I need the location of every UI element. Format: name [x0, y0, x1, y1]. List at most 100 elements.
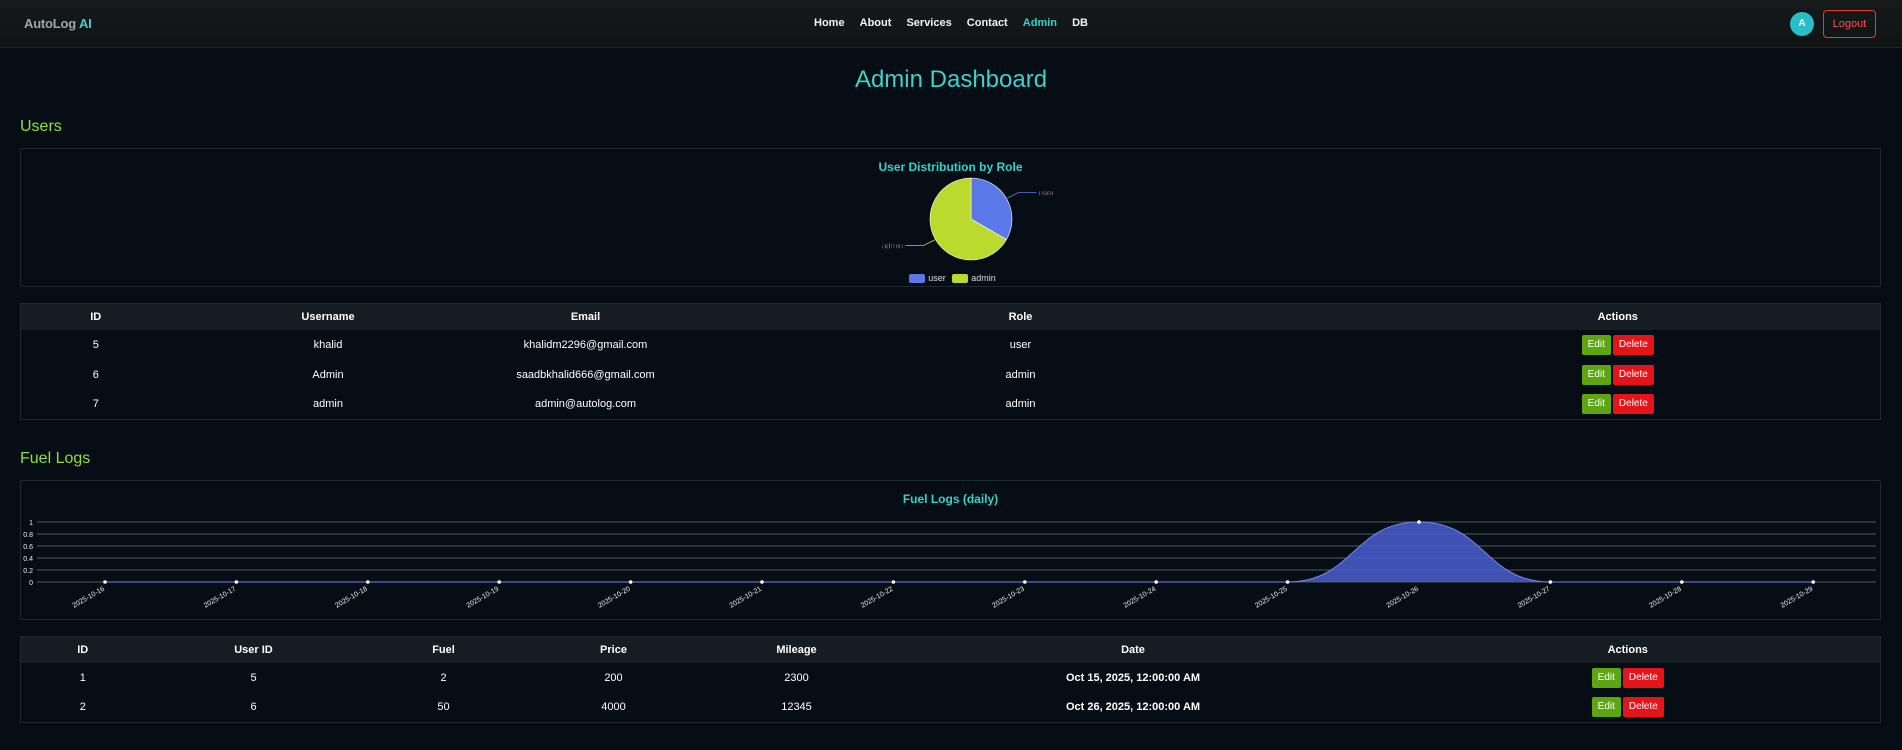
- cell-actions: Edit Delete: [1356, 390, 1881, 420]
- x-tick-label: 2025-10-29: [1780, 586, 1815, 610]
- delete-button[interactable]: Delete: [1612, 334, 1654, 355]
- col-header-id: ID: [20, 303, 171, 330]
- cell-actions: Edit Delete: [1376, 693, 1881, 723]
- cell-username: khalid: [313, 338, 343, 351]
- nav-item-admin[interactable]: Admin: [1023, 17, 1057, 29]
- cell-role: user: [1009, 338, 1032, 351]
- col-header-email: Email: [485, 303, 686, 330]
- user-role-pie-chart: user admin: [881, 177, 1055, 261]
- table-row: 6 Admin saadbkhalid666@gmail.com admin E…: [21, 360, 1881, 390]
- x-tick-label: 2025-10-25: [1254, 586, 1289, 610]
- logout-button[interactable]: Logout: [1823, 10, 1876, 38]
- data-point[interactable]: [1417, 520, 1421, 524]
- cell-email: khalidm2296@gmail.com: [523, 338, 648, 351]
- x-tick-label: 2025-10-22: [860, 586, 895, 610]
- delete-button[interactable]: Delete: [1612, 394, 1654, 415]
- cell-email: admin@autolog.com: [534, 398, 637, 411]
- cell-date: Oct 26, 2025, 12:00:00 AM: [1065, 701, 1201, 714]
- pie-leader-line: [1006, 192, 1037, 199]
- fuel-logs-chart-panel: Fuel Logs (daily) 0 0.2 0.4 0.6 0.8 1 2025-10-…: [20, 480, 1881, 620]
- data-point[interactable]: [1285, 580, 1290, 584]
- col-header-actions: Actions: [1375, 636, 1881, 663]
- x-tick-label: 2025-10-19: [466, 586, 501, 610]
- cell-price: 4000: [601, 701, 626, 714]
- data-point[interactable]: [1548, 580, 1553, 584]
- data-point[interactable]: [628, 580, 633, 584]
- x-tick-label: 2025-10-28: [1648, 586, 1683, 610]
- col-header-id: ID: [20, 636, 145, 663]
- cell-username: admin: [313, 398, 343, 411]
- legend-swatch-admin: [952, 274, 969, 284]
- edit-button[interactable]: Edit: [1591, 667, 1621, 688]
- nav-item-contact[interactable]: Contact: [967, 17, 1008, 29]
- fuel-logs-section-title: Fuel Logs: [20, 450, 91, 467]
- nav-links: Home About Services Contact Admin DB: [0, 17, 1902, 29]
- cell-price: 200: [604, 671, 623, 684]
- y-tick-label: 0.6: [23, 544, 33, 551]
- col-header-username: Username: [170, 303, 486, 330]
- cell-user-id: 6: [250, 701, 257, 714]
- cell-id: 7: [92, 398, 99, 411]
- delete-button[interactable]: Delete: [1622, 697, 1664, 718]
- data-point[interactable]: [1023, 580, 1027, 584]
- cell-id: 1: [79, 671, 86, 684]
- cell-role: admin: [1005, 368, 1036, 381]
- col-header-date: Date: [890, 636, 1376, 663]
- user-role-chart-panel: User Distribution by Role user admin user…: [20, 148, 1881, 287]
- legend-label-admin[interactable]: admin: [971, 273, 996, 283]
- edit-button[interactable]: Edit: [1581, 394, 1611, 415]
- y-tick-label: 0.2: [23, 568, 33, 575]
- fuel-logs-area-chart: 0 0.2 0.4 0.6 0.8 1 2025-10-16 2025-10-17 2025-1…: [23, 520, 1876, 610]
- edit-button[interactable]: Edit: [1581, 364, 1611, 385]
- nav-item-home[interactable]: Home: [814, 17, 845, 29]
- legend-swatch-user: [909, 274, 926, 284]
- table-row: 7 admin admin@autolog.com admin Edit Dele…: [21, 390, 1881, 420]
- cell-fuel: 50: [437, 701, 450, 714]
- cell-id: 6: [92, 368, 99, 381]
- data-point[interactable]: [103, 580, 107, 584]
- data-point[interactable]: [366, 580, 370, 584]
- data-point[interactable]: [1811, 580, 1815, 584]
- table-row: 1 5 2 200 2300 Oct 15, 2025, 12:00:00 AM…: [21, 663, 1881, 693]
- edit-button[interactable]: Edit: [1581, 334, 1611, 355]
- cell-role: admin: [1005, 398, 1036, 411]
- data-point[interactable]: [1154, 580, 1158, 584]
- data-point[interactable]: [891, 580, 896, 584]
- delete-button[interactable]: Delete: [1612, 364, 1654, 385]
- col-header-price: Price: [524, 636, 703, 663]
- cell-actions: Edit Delete: [1356, 360, 1881, 390]
- cell-id: 5: [92, 338, 99, 351]
- y-tick-label: 0.4: [23, 556, 33, 563]
- users-table-header: ID Username Email Role Actions: [20, 303, 1881, 330]
- pie-legend: user admin: [21, 273, 1880, 284]
- x-tick-label: 2025-10-17: [203, 586, 238, 610]
- y-tick-label: 0: [29, 580, 33, 587]
- pie-slice-label: user: [1039, 189, 1055, 198]
- data-point[interactable]: [1680, 580, 1684, 584]
- x-tick-label: 2025-10-16: [71, 586, 106, 610]
- col-header-mileage: Mileage: [702, 636, 891, 663]
- nav-item-db[interactable]: DB: [1072, 17, 1088, 29]
- fuel-table-header: ID User ID Fuel Price Mileage Date Actio…: [20, 636, 1881, 663]
- avatar[interactable]: A: [1790, 12, 1814, 36]
- cell-username: Admin: [312, 368, 344, 381]
- table-row: 2 6 50 4000 12345 Oct 26, 2025, 12:00:00…: [21, 693, 1881, 723]
- data-point[interactable]: [234, 580, 239, 584]
- nav-item-services[interactable]: Services: [906, 17, 951, 29]
- nav-item-about[interactable]: About: [860, 17, 892, 29]
- x-tick-label: 2025-10-20: [597, 586, 632, 610]
- fuel-logs-table: ID User ID Fuel Price Mileage Date Actio…: [20, 636, 1881, 723]
- col-header-actions: Actions: [1355, 303, 1881, 330]
- pie-leader-line: [905, 239, 936, 246]
- users-section-title: Users: [20, 118, 62, 135]
- cell-user-id: 5: [250, 671, 257, 684]
- delete-button[interactable]: Delete: [1622, 667, 1664, 688]
- data-point[interactable]: [497, 580, 502, 584]
- page-title: Admin Dashboard: [854, 66, 1048, 93]
- edit-button[interactable]: Edit: [1591, 697, 1621, 718]
- col-header-role: Role: [685, 303, 1356, 330]
- x-tick-label: 2025-10-18: [334, 586, 369, 610]
- data-point[interactable]: [760, 580, 764, 584]
- cell-actions: Edit Delete: [1376, 663, 1881, 693]
- legend-label-user[interactable]: user: [928, 273, 946, 283]
